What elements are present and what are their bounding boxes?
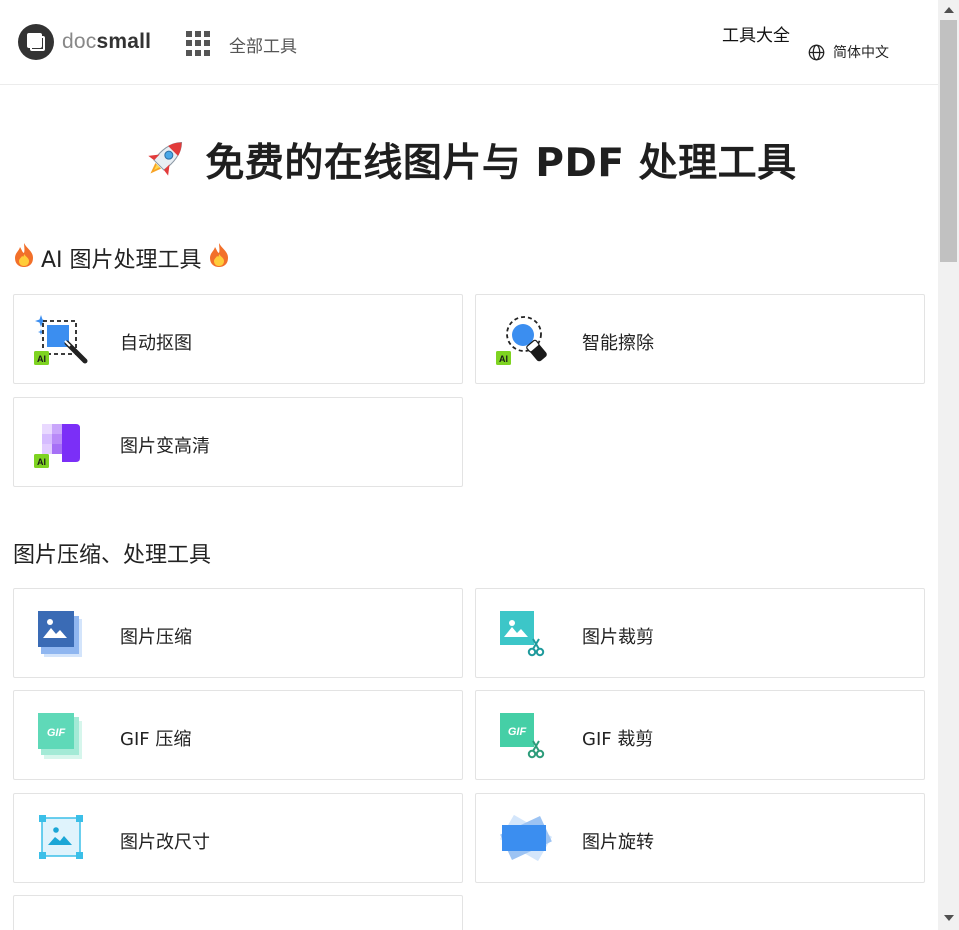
- ai-badge-text: AI: [37, 354, 46, 364]
- image-resize-icon: [34, 810, 92, 868]
- gif-badge-text: GIF: [508, 726, 527, 738]
- all-tools-link[interactable]: 全部工具: [229, 32, 297, 57]
- gif-compress-icon: GIF: [34, 707, 92, 765]
- image-crop-icon: [496, 605, 554, 663]
- tool-card-label: 自动抠图: [120, 333, 192, 354]
- tool-card-label: 图片压缩: [120, 627, 192, 648]
- tools-directory-link[interactable]: 工具大全: [722, 21, 790, 46]
- hero: 免费的在线图片与 PDF 处理工具: [0, 132, 938, 188]
- image-enhance-icon: AI: [34, 414, 92, 472]
- logo-text: docsmall: [62, 30, 152, 53]
- tool-card-label: 智能擦除: [582, 333, 654, 354]
- ai-badge-text: AI: [37, 457, 46, 467]
- ai-section-title: AI 图片处理工具: [13, 242, 236, 274]
- tool-card-label: 图片裁剪: [582, 627, 654, 648]
- tool-card-gif-compress[interactable]: GIF GIF 压缩: [13, 690, 463, 780]
- rocket-icon: [141, 133, 191, 187]
- image-compress-icon: [34, 605, 92, 663]
- gif-crop-icon: GIF: [496, 707, 554, 765]
- logo-icon: [18, 24, 54, 60]
- tool-card-image-resize[interactable]: 图片改尺寸: [13, 793, 463, 883]
- tool-card-partial[interactable]: [13, 895, 463, 930]
- language-label: 简体中文: [833, 45, 889, 61]
- auto-cutout-icon: AI: [34, 311, 92, 369]
- page-title: 免费的在线图片与 PDF 处理工具: [205, 141, 797, 186]
- tool-card-label: 图片改尺寸: [120, 832, 210, 853]
- globe-icon: [808, 44, 825, 60]
- tool-card-label: 图片变高清: [120, 436, 210, 457]
- scroll-down-icon[interactable]: [944, 915, 954, 921]
- tool-card-image-crop[interactable]: 图片裁剪: [475, 588, 925, 678]
- ai-section-label: AI 图片处理工具: [41, 248, 202, 273]
- tool-card-image-rotate[interactable]: 图片旋转: [475, 793, 925, 883]
- tool-card-smart-erase[interactable]: AI 智能擦除: [475, 294, 925, 384]
- tool-card-label: GIF 裁剪: [582, 729, 654, 750]
- scroll-up-icon[interactable]: [944, 7, 954, 13]
- tool-card-gif-crop[interactable]: GIF GIF 裁剪: [475, 690, 925, 780]
- page-scrollbar[interactable]: [938, 0, 959, 930]
- image-rotate-icon: [496, 810, 554, 868]
- top-header: docsmall 全部工具 工具大全 简体中文: [0, 0, 938, 85]
- tool-card-image-enhance[interactable]: AI 图片变高清: [13, 397, 463, 487]
- image-tools-section-title: 图片压缩、处理工具: [13, 543, 212, 568]
- fire-icon: [13, 242, 35, 274]
- tool-card-label: 图片旋转: [582, 832, 654, 853]
- gif-badge-text: GIF: [47, 727, 66, 739]
- tool-card-image-compress[interactable]: 图片压缩: [13, 588, 463, 678]
- partial-tool-icon: [34, 912, 92, 930]
- scrollbar-thumb[interactable]: [940, 20, 957, 262]
- apps-grid-icon[interactable]: [186, 31, 211, 56]
- tool-card-label: GIF 压缩: [120, 729, 192, 750]
- ai-badge-text: AI: [499, 354, 508, 364]
- fire-icon: [208, 242, 230, 274]
- smart-erase-icon: AI: [496, 311, 554, 369]
- docsmall-logo[interactable]: docsmall: [18, 24, 151, 60]
- language-switcher[interactable]: 简体中文: [808, 42, 889, 62]
- tool-card-auto-cutout[interactable]: AI 自动抠图: [13, 294, 463, 384]
